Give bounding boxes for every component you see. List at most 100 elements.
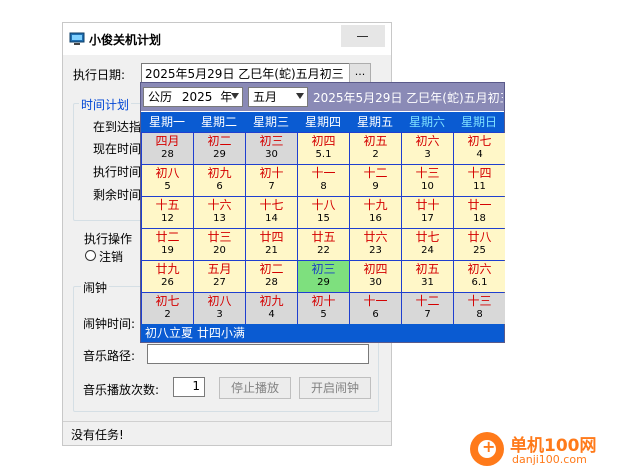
lunar-date: 初五 (415, 262, 440, 276)
lunar-date: 初三 (311, 262, 336, 276)
lunar-date: 初九 (207, 166, 232, 180)
calendar-day-cell[interactable]: 初二 29 (194, 133, 245, 164)
solar-date: 3 (424, 149, 431, 160)
solar-date: 15 (317, 213, 330, 224)
time-row-now: 现在时间 (93, 142, 142, 156)
music-path-input[interactable] (147, 344, 369, 364)
calendar-day-cell[interactable]: 初九 4 (246, 293, 297, 324)
solar-date: 14 (265, 213, 278, 224)
calendar-day-cell[interactable]: 初八 5 (142, 165, 193, 196)
calendar-day-cell[interactable]: 十六 13 (194, 197, 245, 228)
solar-date: 7 (424, 309, 431, 320)
calendar-day-cell[interactable]: 初二 28 (246, 261, 297, 292)
calendar-day-cell[interactable]: 廿一 18 (454, 197, 505, 228)
calendar-type-value: 公历 (148, 90, 173, 104)
calendar-day-cell[interactable]: 廿十 17 (402, 197, 453, 228)
calendar-day-cell[interactable]: 初五 2 (350, 133, 401, 164)
calendar-day-cell[interactable]: 廿七 24 (402, 229, 453, 260)
calendar-day-cell[interactable]: 初十 5 (298, 293, 349, 324)
solar-date: 29 (213, 149, 226, 160)
calendar-day-cell[interactable]: 初七 4 (454, 133, 505, 164)
calendar-day-cell[interactable]: 初五 31 (402, 261, 453, 292)
minimize-button[interactable] (341, 25, 385, 47)
calendar-day-cell[interactable]: 廿二 19 (142, 229, 193, 260)
solar-date: 26 (161, 277, 174, 288)
lunar-date: 十三 (415, 166, 440, 180)
date-picker-button[interactable]: ... (349, 63, 371, 83)
exec-op-label: 执行操作 (84, 232, 133, 246)
lunar-date: 初四 (363, 262, 388, 276)
solar-date: 29 (317, 277, 330, 288)
calendar-day-cell[interactable]: 初四 5.1 (298, 133, 349, 164)
calendar-day-cell[interactable]: 十七 14 (246, 197, 297, 228)
calendar-day-cell[interactable]: 十二 9 (350, 165, 401, 196)
alarm-title: 闹钟 (81, 279, 110, 296)
calendar-day-cell[interactable]: 十四 11 (454, 165, 505, 196)
calendar-day-cell[interactable]: 十九 16 (350, 197, 401, 228)
weekday-label: 星期日 (460, 115, 497, 129)
lunar-date: 初六 (467, 262, 492, 276)
time-row-remain: 剩余时间 (93, 188, 142, 202)
watermark-url: danji100.com (512, 453, 587, 466)
calendar-day-cell[interactable]: 初三 29 (298, 261, 349, 292)
solar-date: 8 (476, 309, 483, 320)
lunar-date: 十七 (259, 198, 284, 212)
calendar-day-cell[interactable]: 廿三 20 (194, 229, 245, 260)
calendar-day-cell[interactable]: 初八 3 (194, 293, 245, 324)
calendar-day-cell[interactable]: 十五 12 (142, 197, 193, 228)
lunar-date: 初十 (259, 166, 284, 180)
calendar-day-cell[interactable]: 十一 6 (350, 293, 401, 324)
calendar-type-year-select[interactable]: 公历 2025 年 (143, 87, 243, 107)
lunar-date: 初三 (259, 134, 284, 148)
calendar-day-cell[interactable]: 五月 27 (194, 261, 245, 292)
lunar-date: 初九 (259, 294, 284, 308)
title-bar: 小俊关机计划 (63, 23, 391, 55)
solar-date: 8 (320, 181, 327, 192)
calendar-day-cell[interactable]: 廿六 23 (350, 229, 401, 260)
calendar-day-cell[interactable]: 十二 7 (402, 293, 453, 324)
exec-date-field[interactable]: 2025年5月29日 乙巳年(蛇)五月初三 (141, 63, 371, 83)
solar-date: 27 (213, 277, 226, 288)
solar-date: 6.1 (471, 277, 488, 288)
status-separator (63, 421, 391, 422)
solar-date: 30 (369, 277, 382, 288)
stop-playback-button[interactable]: 停止播放 (219, 377, 291, 399)
solar-date: 30 (265, 149, 278, 160)
play-count-input[interactable]: 1 (173, 377, 205, 397)
weekday-label: 星期二 (200, 115, 237, 129)
calendar-day-cell[interactable]: 十三 8 (454, 293, 505, 324)
calendar-day-cell[interactable]: 廿五 22 (298, 229, 349, 260)
calendar-day-cell[interactable]: 初六 3 (402, 133, 453, 164)
calendar-day-cell[interactable]: 初七 2 (142, 293, 193, 324)
lunar-date: 十二 (363, 166, 388, 180)
calendar-day-cell[interactable]: 廿四 21 (246, 229, 297, 260)
month-select[interactable]: 五月 (248, 87, 308, 107)
chevron-down-icon (296, 93, 304, 99)
solar-terms-footer: 初八立夏 廿四小满 (141, 324, 504, 342)
calendar-day-cell[interactable]: 初六 6.1 (454, 261, 505, 292)
chevron-down-icon (231, 93, 239, 99)
lunar-date: 廿五 (311, 230, 336, 244)
time-plan-title: 时间计划 (79, 96, 132, 113)
calendar-day-cell[interactable]: 初四 30 (350, 261, 401, 292)
lunar-date: 十八 (311, 198, 336, 212)
calendar-header: 公历 2025 年 五月 2025年5月29日 乙巳年(蛇)五月初三 (141, 83, 504, 111)
start-alarm-button[interactable]: 开启闹钟 (299, 377, 371, 399)
calendar-day-cell[interactable]: 十一 8 (298, 165, 349, 196)
calendar-day-cell[interactable]: 初十 7 (246, 165, 297, 196)
calendar-day-cell[interactable]: 十三 10 (402, 165, 453, 196)
calendar-day-cell[interactable]: 初三 30 (246, 133, 297, 164)
calendar-day-cell[interactable]: 廿八 25 (454, 229, 505, 260)
calendar-day-cell[interactable]: 初九 6 (194, 165, 245, 196)
logout-radio[interactable] (85, 250, 96, 261)
lunar-date: 初二 (259, 262, 284, 276)
lunar-date: 廿三 (207, 230, 232, 244)
lunar-date: 十二 (415, 294, 440, 308)
lunar-date: 初五 (363, 134, 388, 148)
calendar-day-cell[interactable]: 十八 15 (298, 197, 349, 228)
calendar-day-cell[interactable]: 四月 28 (142, 133, 193, 164)
solar-date: 25 (473, 245, 486, 256)
lunar-date: 十四 (467, 166, 492, 180)
calendar-day-cell[interactable]: 廿九 26 (142, 261, 193, 292)
alarm-time-label: 闹钟时间: (83, 317, 136, 331)
